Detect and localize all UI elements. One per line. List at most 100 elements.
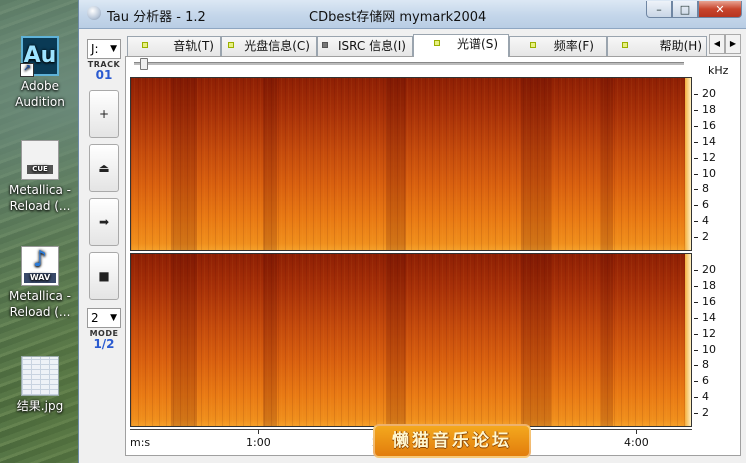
tab-indicator-icon [142, 42, 148, 48]
tab-label: 音轨(T) [173, 39, 214, 53]
frequency-tick [694, 365, 698, 367]
plus-icon: + [98, 107, 110, 121]
title-bar[interactable]: Tau 分析器 - 1.2 CDbest存储网 mymark2004 – □ ✕ [79, 0, 746, 29]
chevron-down-icon: ▼ [110, 44, 117, 54]
control-column: J: ▼ TRACK 01 + ⏏ ➡ ■ 2 ▼ MODE 1/2 [87, 36, 121, 456]
frequency-tick-label: 12 [702, 326, 716, 340]
frequency-tick [694, 270, 698, 271]
frequency-axis-bottom: 20 18 16 14 12 10 8 6 4 2 [694, 253, 734, 427]
shortcut-arrow-icon: ↗ [20, 63, 34, 77]
minimize-icon: – [656, 2, 662, 16]
frequency-tick-label: 6 [702, 374, 709, 388]
frequency-tick [694, 237, 698, 239]
frequency-tick-label: 12 [702, 150, 716, 164]
frequency-tick-label: 4 [702, 214, 709, 228]
frequency-tick [694, 349, 698, 351]
tab-scroll-left-button[interactable]: ◀ [709, 34, 725, 54]
tab-indicator-icon [622, 42, 628, 48]
frequency-tick [694, 333, 698, 335]
frequency-tick [694, 141, 698, 143]
play-button[interactable]: ➡ [89, 198, 119, 246]
frequency-unit-label: kHz [708, 64, 729, 77]
zoom-in-button[interactable]: + [89, 90, 119, 138]
tab-indicator-icon [228, 42, 234, 48]
desktop-icon-result-jpg[interactable]: 结果.jpg [0, 356, 80, 414]
frequency-tick [694, 173, 698, 175]
wav-file-icon: ♪ WAV [21, 246, 59, 286]
tab-label: 光谱(S) [457, 37, 498, 51]
spectrum-panel: kHz 20 18 16 14 12 10 8 6 4 2 20 18 16 14 12 10 8 6 4 2 m:… [125, 56, 741, 456]
tab-scroll-right-button[interactable]: ▶ [725, 34, 741, 54]
spectrogram-channel-top [130, 77, 692, 251]
arrow-right-icon: ➡ [98, 215, 110, 229]
maximize-button[interactable]: □ [672, 1, 698, 18]
desktop-icon-adobe-audition[interactable]: Au ↗ Adobe Audition [0, 36, 80, 110]
frequency-tick-label: 16 [702, 294, 716, 308]
close-button[interactable]: ✕ [698, 1, 742, 18]
frequency-tick-label: 4 [702, 390, 709, 404]
track-number: 01 [95, 68, 113, 82]
time-tick-label: 1:00 [246, 436, 271, 449]
time-tick-label: 4:00 [624, 436, 649, 449]
mode-select[interactable]: 2 ▼ [87, 308, 121, 328]
time-unit-label: m:s [130, 436, 151, 449]
desktop-icon-metallica-cue[interactable]: CUE Metallica - Reload (... [0, 140, 80, 214]
frequency-tick [694, 413, 698, 415]
tab-tracks[interactable]: 音轨(T) [127, 36, 221, 56]
maximize-icon: □ [679, 2, 691, 16]
frequency-tick-label: 6 [702, 198, 709, 212]
frequency-tick-label: 10 [702, 342, 716, 356]
tab-help[interactable]: 帮助(H) [607, 36, 707, 56]
frequency-tick [694, 221, 698, 223]
tab-label: 频率(F) [553, 39, 594, 53]
tab-indicator-icon [322, 42, 328, 48]
frequency-tick [694, 205, 698, 207]
mode-select-value: 2 [91, 311, 99, 325]
track-select[interactable]: J: ▼ [87, 39, 121, 59]
time-tick [636, 430, 637, 434]
tau-analyzer-window: Tau 分析器 - 1.2 CDbest存储网 mymark2004 – □ ✕… [78, 0, 746, 463]
desktop-icon-label: Metallica - Reload (... [9, 183, 71, 213]
adobe-audition-icon: Au ↗ [20, 36, 59, 77]
spectrogram-channel-bottom [130, 253, 692, 427]
frequency-tick-label: 8 [702, 182, 709, 196]
chevron-right-icon: ▶ [729, 39, 737, 48]
chevron-left-icon: ◀ [713, 39, 721, 48]
frequency-tick-label: 18 [702, 278, 716, 292]
track-select-value: J: [91, 42, 99, 56]
slider-thumb[interactable] [140, 58, 148, 70]
frequency-tick-label: 18 [702, 102, 716, 116]
window-subtitle: CDbest存储网 mymark2004 [309, 10, 487, 25]
frequency-tick-label: 2 [702, 230, 709, 244]
frequency-axis-top: 20 18 16 14 12 10 8 6 4 2 [694, 77, 734, 251]
frequency-tick [694, 397, 698, 399]
jpg-file-icon [21, 356, 59, 396]
frequency-tick [694, 285, 698, 287]
frequency-tick [694, 301, 698, 303]
tab-disc-info[interactable]: 光盘信息(C) [221, 36, 317, 56]
eject-button[interactable]: ⏏ [89, 144, 119, 192]
tab-label: ISRC 信息(I) [338, 39, 406, 53]
position-slider[interactable] [134, 58, 684, 70]
tab-indicator-icon [530, 42, 536, 48]
tab-frequency[interactable]: 频率(F) [509, 36, 607, 56]
time-tick [258, 430, 259, 434]
desktop-icon-label: Adobe Audition [15, 79, 65, 109]
tab-label: 帮助(H) [659, 39, 702, 53]
tab-indicator-icon [434, 40, 440, 46]
frequency-tick-label: 14 [702, 310, 716, 324]
frequency-tick-label: 14 [702, 134, 716, 148]
stop-button[interactable]: ■ [89, 252, 119, 300]
frequency-tick-label: 8 [702, 358, 709, 372]
tab-isrc-info[interactable]: ISRC 信息(I) [317, 36, 413, 56]
stop-icon: ■ [98, 269, 110, 283]
frequency-tick [694, 94, 698, 95]
frequency-tick [694, 189, 698, 191]
desktop-icon-metallica-wav[interactable]: ♪ WAV Metallica - Reload (... [0, 246, 80, 320]
window-title: Tau 分析器 - 1.2 [107, 10, 206, 25]
tab-spectrum[interactable]: 光谱(S) [413, 34, 509, 57]
desktop-icon-label: 结果.jpg [16, 399, 64, 413]
frequency-tick [694, 109, 698, 111]
cue-file-icon: CUE [21, 140, 59, 180]
minimize-button[interactable]: – [646, 1, 672, 18]
